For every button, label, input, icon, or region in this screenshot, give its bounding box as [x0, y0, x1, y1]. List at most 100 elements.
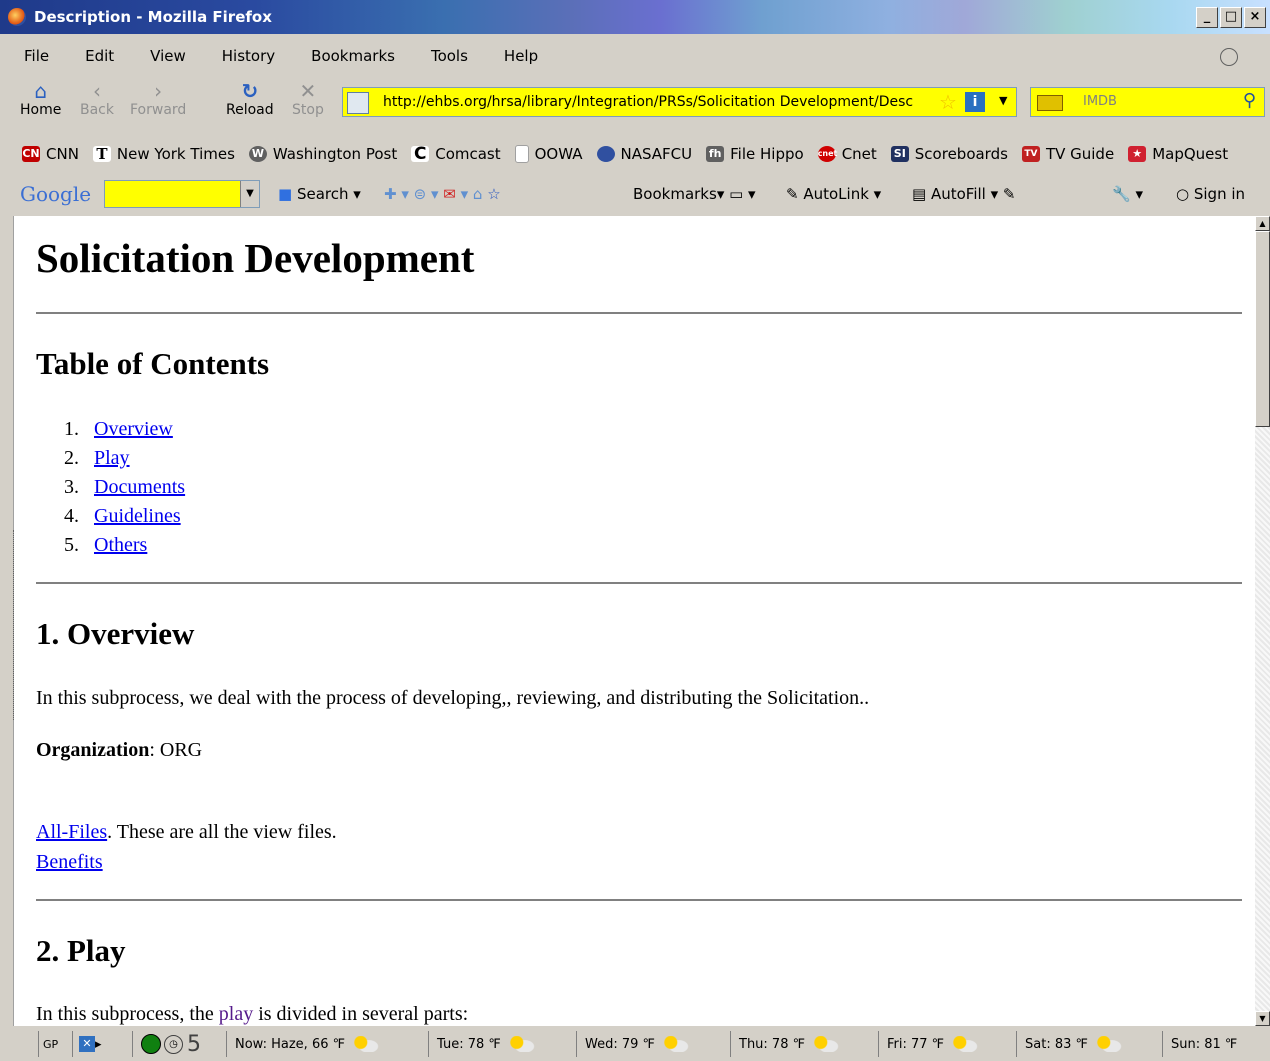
toc-link-guidelines[interactable]: Guidelines	[94, 505, 181, 527]
sidebar-grip[interactable]	[13, 530, 17, 720]
menu-tools[interactable]: Tools	[407, 47, 480, 65]
toc-link-overview[interactable]: Overview	[94, 418, 173, 440]
wand-icon: ✎	[786, 185, 804, 203]
page-content: Solicitation Development Table of Conten…	[13, 216, 1256, 1026]
menu-file[interactable]: File	[0, 47, 61, 65]
bookmark-star-icon[interactable]: ☆	[939, 90, 957, 114]
reload-button[interactable]: ↻ Reload	[226, 80, 274, 118]
bookmark-mapquest[interactable]: ★ MapQuest	[1128, 145, 1228, 163]
cnet-icon: cnet	[817, 146, 837, 162]
maximize-button[interactable]: □	[1220, 7, 1242, 28]
filehippo-icon: fh	[706, 146, 725, 162]
weather-icon	[508, 1036, 535, 1052]
search-input[interactable]: IMDB	[1083, 94, 1117, 109]
toc-item: 4. Guidelines	[64, 505, 181, 527]
green-status-icon	[141, 1034, 161, 1054]
search-box[interactable]: IMDB ⚲	[1030, 87, 1265, 117]
navigation-toolbar: ⌂ Home ‹ Back › Forward ↻ Reload ✕ Stop …	[0, 74, 1270, 130]
si-icon: SI	[890, 146, 909, 162]
weather-sun[interactable]: Sun: 81 ℉	[1162, 1031, 1269, 1057]
nyt-icon: T	[92, 146, 111, 162]
overview-heading: 1. Overview	[36, 616, 195, 651]
url-text[interactable]: http://ehbs.org/hrsa/library/Integration…	[383, 94, 943, 110]
menu-bookmarks[interactable]: Bookmarks	[287, 47, 407, 65]
play-link[interactable]: play	[219, 1003, 253, 1025]
count-indicator: 5	[187, 1031, 201, 1057]
weather-sat[interactable]: Sat: 83 ℉	[1016, 1031, 1165, 1057]
weather-fri[interactable]: Fri: 77 ℉	[878, 1031, 1017, 1057]
organization-line: Organization: ORG	[36, 739, 202, 762]
site-favicon-icon	[347, 92, 369, 114]
wrench-icon: 🔧	[1112, 185, 1131, 203]
bookmarks-toolbar: CN CNN T New York Times W Washington Post C…	[0, 137, 1270, 171]
bookmark-washington-post[interactable]: W Washington Post	[248, 145, 397, 163]
title-bar: Description - Mozilla Firefox _ □ ×	[0, 0, 1270, 34]
bookmark-comcast[interactable]: C Comcast	[411, 145, 501, 163]
menu-edit[interactable]: Edit	[61, 47, 126, 65]
weather-icon	[812, 1036, 839, 1052]
all-files-link[interactable]: All-Files	[36, 821, 107, 843]
bookmark-file-hippo[interactable]: fh File Hippo	[706, 145, 804, 163]
weather-thu[interactable]: Thu: 78 ℉	[730, 1031, 879, 1057]
google-logo[interactable]: Google	[20, 182, 91, 206]
forward-arrow-icon: ›	[154, 79, 163, 103]
autofill-icon: ▤	[912, 185, 931, 203]
search-icon[interactable]: ⚲	[1243, 90, 1256, 111]
menu-view[interactable]: View	[126, 47, 198, 65]
address-bar[interactable]: http://ehbs.org/hrsa/library/Integration…	[342, 87, 1017, 117]
bookmark-scoreboards[interactable]: SI Scoreboards	[890, 145, 1008, 163]
chevron-down-icon[interactable]: ▼	[240, 181, 259, 207]
back-button[interactable]: ‹ Back	[80, 80, 114, 118]
bookmark-oowa[interactable]: OOWA	[514, 145, 583, 163]
weather-wed[interactable]: Wed: 79 ℉	[576, 1031, 731, 1057]
weather-now[interactable]: Now: Haze, 66 ℉	[226, 1031, 431, 1057]
bookmark-tv-guide[interactable]: TV TV Guide	[1021, 145, 1114, 163]
benefits-link[interactable]: Benefits	[36, 851, 103, 873]
close-button[interactable]: ×	[1244, 7, 1266, 28]
bookmark-cnet[interactable]: cnet Cnet	[817, 145, 877, 163]
gp-indicator[interactable]: GP	[38, 1031, 73, 1057]
organization-value: : ORG	[149, 739, 203, 761]
stop-button[interactable]: ✕ Stop	[292, 80, 324, 118]
google-toolbar: Google ▼ ■ Search ▾ ✚ ▾ ⊜ ▾ ✉ ▾ ⌂ ☆ Book…	[0, 176, 1270, 214]
addon-icon[interactable]: ✕ ▸	[72, 1031, 119, 1057]
bookmark-cnn[interactable]: CN CNN	[22, 145, 79, 163]
bookmark-nasafcu[interactable]: NASAFCU	[596, 145, 692, 163]
back-arrow-icon: ‹	[93, 79, 101, 103]
url-dropdown-icon[interactable]: ▼	[999, 94, 1007, 107]
search-engine-icon[interactable]	[1037, 95, 1063, 111]
divider	[36, 899, 1242, 901]
toc-heading: Table of Contents	[36, 346, 270, 381]
menu-history[interactable]: History	[198, 47, 287, 65]
toc-link-others[interactable]: Others	[94, 534, 147, 556]
weather-tue[interactable]: Tue: 78 ℉	[428, 1031, 577, 1057]
activity-throbber-icon	[1220, 48, 1238, 66]
page-title: Solicitation Development	[36, 235, 475, 281]
google-bookmarks-button[interactable]: Bookmarks▾ ▭ ▾	[633, 185, 756, 203]
toc-item: 1. Overview	[64, 418, 173, 440]
toc-link-play[interactable]: Play	[94, 447, 130, 469]
weather-icon	[662, 1036, 689, 1052]
sign-in-button[interactable]: ○ Sign in	[1176, 185, 1245, 203]
forward-button[interactable]: › Forward	[130, 80, 186, 118]
benefits-line: Benefits	[36, 851, 103, 874]
scroll-up-button[interactable]: ▲	[1255, 216, 1270, 231]
google-search-input[interactable]: ▼	[104, 180, 260, 208]
home-button[interactable]: ⌂ Home	[20, 80, 61, 118]
google-search-button[interactable]: ■ Search ▾	[278, 185, 361, 203]
status-indicators[interactable]: ◷ 5	[132, 1031, 227, 1057]
scroll-down-button[interactable]: ▼	[1255, 1011, 1270, 1026]
autofill-button[interactable]: ▤ AutoFill ▾ ✎	[912, 185, 1015, 203]
minimize-button[interactable]: _	[1196, 7, 1218, 28]
bookmark-nyt[interactable]: T New York Times	[92, 145, 235, 163]
autolink-button[interactable]: ✎ AutoLink ▾	[786, 185, 881, 203]
menu-help[interactable]: Help	[480, 47, 550, 65]
settings-wrench-button[interactable]: 🔧 ▾	[1112, 185, 1143, 203]
vertical-scrollbar[interactable]: ▲ ▼	[1255, 216, 1270, 1026]
toc-item: 2. Play	[64, 447, 130, 469]
toc-link-documents[interactable]: Documents	[94, 476, 185, 498]
scrollbar-thumb[interactable]	[1255, 231, 1270, 427]
menu-bar: File Edit View History Bookmarks Tools H…	[0, 42, 1270, 70]
site-info-icon[interactable]: i	[965, 92, 985, 112]
toolbar-tools-icons[interactable]: ✚ ▾ ⊜ ▾ ✉ ▾ ⌂ ☆	[384, 185, 501, 203]
